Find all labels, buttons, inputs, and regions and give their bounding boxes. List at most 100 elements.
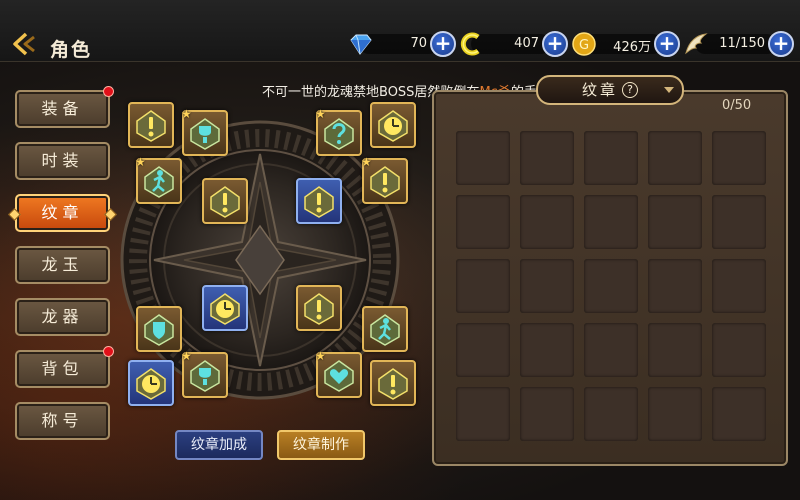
emblem-slot-exclaim[interactable]: ★ [361, 155, 408, 204]
star-icon: ★ [181, 349, 192, 363]
diamond-value: 70 [410, 36, 427, 51]
shield-emblem-icon [144, 314, 174, 346]
tab-dragon-artifact[interactable]: 龙器 [15, 298, 110, 336]
tab-dragon-jade[interactable]: 龙玉 [15, 246, 110, 284]
tab-fashion[interactable]: 时装 [15, 142, 110, 180]
inventory-cell[interactable] [712, 323, 766, 377]
star-icon: ★ [315, 107, 326, 121]
emblem-craft-button[interactable]: 纹章制作 [277, 430, 365, 460]
back-arrow-icon [13, 32, 35, 56]
emblem-slot-runner[interactable]: ★ [135, 155, 182, 204]
tab-label: 背包 [41, 359, 84, 378]
tab-equipment[interactable]: 装备 [15, 86, 114, 128]
clock-emblem-icon [378, 110, 408, 142]
resource-c-coin: 407 + [459, 30, 571, 58]
wing-icon [685, 33, 708, 55]
emblem-slot-trophy[interactable]: ★ [181, 107, 228, 156]
emblem-slot-exclaim[interactable] [128, 102, 174, 148]
tab-emblem[interactable]: 纹章 [8, 194, 117, 232]
wing-value: 11/150 [719, 36, 765, 51]
inventory-cell[interactable] [456, 323, 510, 377]
tab-label: 龙玉 [41, 255, 84, 274]
inventory-cell[interactable] [648, 387, 702, 441]
emblem-slot-exclaim[interactable] [296, 285, 342, 331]
exclaim-emblem-icon [136, 110, 166, 142]
inventory-cell[interactable] [584, 131, 638, 185]
emblem-bonus-button[interactable]: 纹章加成 [175, 430, 263, 460]
inventory-cell[interactable] [712, 387, 766, 441]
exclaim-emblem-icon [304, 186, 334, 218]
emblem-slot-runner[interactable] [362, 306, 408, 352]
inventory-cell[interactable] [648, 259, 702, 313]
c-coin-icon [460, 32, 480, 56]
inventory-cell[interactable] [456, 259, 510, 313]
star-icon: ★ [361, 155, 372, 169]
emblem-slot-question[interactable]: ★ [315, 107, 362, 156]
inventory-cell[interactable] [584, 259, 638, 313]
gold-value: 426万 [613, 40, 651, 55]
trophy-emblem-icon [190, 360, 220, 392]
add-diamond-button[interactable]: + [430, 31, 456, 57]
inventory-title-dropdown[interactable]: 纹章? [536, 75, 684, 105]
inventory-title: 纹章 [581, 81, 618, 99]
inventory-cell[interactable] [584, 387, 638, 441]
notification-dot [103, 86, 114, 97]
emblem-slot-trophy[interactable]: ★ [181, 349, 228, 398]
resource-wing: 11/150 + [683, 30, 797, 58]
exclaim-emblem-icon [378, 368, 408, 400]
top-bar: 角色 70 + 407 + G 426万 + 11/150 + [0, 0, 800, 62]
emblem-slot-exclaim[interactable] [370, 360, 416, 406]
inventory-cell[interactable] [648, 131, 702, 185]
inventory-cell[interactable] [648, 323, 702, 377]
emblem-slot-heart[interactable]: ★ [315, 349, 362, 398]
notification-dot [103, 346, 114, 357]
inventory-cell[interactable] [648, 195, 702, 249]
tab-backpack[interactable]: 背包 [15, 346, 114, 388]
inventory-cell[interactable] [712, 131, 766, 185]
star-icon: ★ [135, 155, 146, 169]
runner-emblem-icon [144, 166, 174, 198]
emblem-slot-shield[interactable] [136, 306, 182, 352]
help-icon[interactable]: ? [622, 82, 638, 98]
clock-emblem-icon [136, 368, 166, 400]
inventory-cell[interactable] [520, 131, 574, 185]
emblem-slot-exclaim[interactable] [202, 178, 248, 224]
inventory-cell[interactable] [520, 195, 574, 249]
tab-label: 龙器 [41, 307, 84, 326]
inventory-grid [456, 131, 768, 449]
tab-label: 时装 [41, 151, 84, 170]
diamond-icon [350, 34, 372, 55]
clock-emblem-icon [210, 293, 240, 325]
inventory-cell[interactable] [712, 195, 766, 249]
gold-coin-icon: G [572, 32, 596, 56]
emblem-slot-exclaim[interactable] [296, 178, 342, 224]
back-button[interactable] [10, 30, 38, 58]
emblem-slot-clock[interactable] [128, 360, 174, 406]
inventory-cell[interactable] [520, 387, 574, 441]
tab-label: 纹章 [41, 203, 84, 222]
resource-gold: G 426万 + [571, 30, 683, 58]
chevron-down-icon [664, 87, 674, 93]
page-title: 角色 [50, 39, 93, 61]
inventory-cell[interactable] [456, 131, 510, 185]
inventory-count: 0/50 [722, 98, 752, 113]
runner-emblem-icon [370, 314, 400, 346]
inventory-cell[interactable] [520, 323, 574, 377]
star-icon: ★ [315, 349, 326, 363]
emblem-slot-clock[interactable] [202, 285, 248, 331]
emblem-slot-clock[interactable] [370, 102, 416, 148]
inventory-cell[interactable] [584, 323, 638, 377]
resource-diamond: 70 + [347, 30, 459, 58]
inventory-cell[interactable] [456, 387, 510, 441]
inventory-cell[interactable] [520, 259, 574, 313]
inventory-cell[interactable] [712, 259, 766, 313]
inventory-cell[interactable] [456, 195, 510, 249]
inventory-cell[interactable] [584, 195, 638, 249]
add-c-coin-button[interactable]: + [542, 31, 568, 57]
svg-text:G: G [579, 38, 589, 53]
exclaim-emblem-icon [370, 166, 400, 198]
tab-title[interactable]: 称号 [15, 402, 110, 440]
add-wing-button[interactable]: + [768, 31, 794, 57]
add-gold-button[interactable]: + [654, 31, 680, 57]
tab-label: 装备 [41, 99, 84, 118]
